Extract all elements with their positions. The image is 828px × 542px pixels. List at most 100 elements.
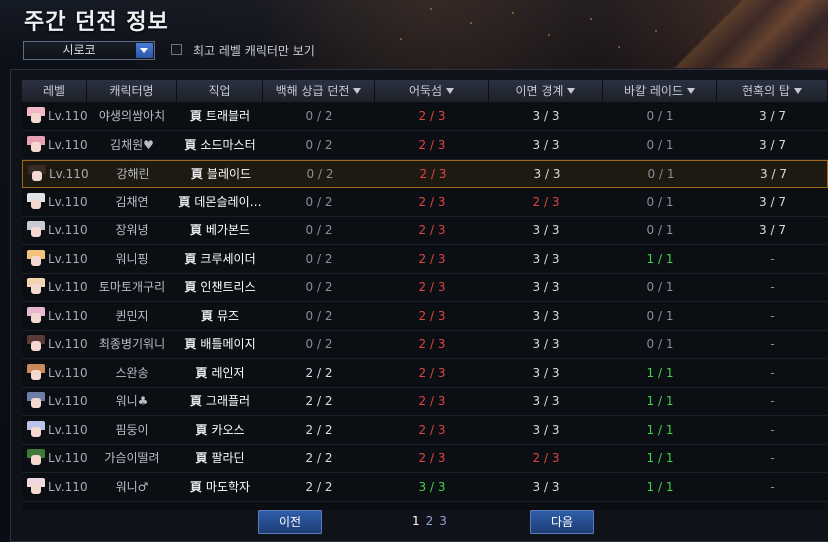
dungeon-count: 3 / 3 <box>532 223 560 237</box>
job-label: 팔라딘 <box>211 451 245 465</box>
table-row[interactable]: Lv.110 장워녕 頁 베가본드 0 / 2 2 / 3 3 / 3 0 / 1 3 / 7 <box>22 217 828 245</box>
dungeon-count: 0 / 1 <box>646 308 674 323</box>
avatar-face <box>31 284 41 294</box>
avatar <box>27 135 45 154</box>
dungeon-count: 1 / 1 <box>646 451 674 465</box>
column-header-eodukseom[interactable]: 어둑섬 <box>375 80 489 102</box>
character-name: 워니♂ <box>115 479 149 494</box>
dungeon-count: 3 / 7 <box>760 167 787 181</box>
column-header-label: 현혹의 탑 <box>742 84 790 98</box>
character-name: 워니핑 <box>115 251 149 266</box>
column-header-label: 캐릭터명 <box>109 84 154 98</box>
dungeon-count: 3 / 3 <box>532 422 560 437</box>
character-job: 頁 배틀메이지 <box>177 331 263 358</box>
prev-page-button[interactable]: 이전 <box>258 510 322 534</box>
column-header-label: 레벨 <box>42 84 66 98</box>
character-name: 핌둥이 <box>115 422 149 437</box>
table-row[interactable]: Lv.110 퀸민지 頁 뮤즈 0 / 2 2 / 3 3 / 3 0 / 1 - <box>22 303 828 331</box>
character-name: 가슴이떨려 <box>104 451 160 465</box>
dungeon-count: 0 / 2 <box>305 308 333 323</box>
character-job: 頁 크루세이더 <box>177 246 263 273</box>
avatar-face <box>31 312 41 323</box>
chevron-down-icon[interactable] <box>136 43 153 58</box>
character-job: 頁 인챈트리스 <box>177 274 263 301</box>
character-level: Lv.110 <box>48 337 88 351</box>
dungeon-count: 3 / 7 <box>759 109 786 123</box>
table-row[interactable]: Lv.110 핌둥이 頁 카오스 2 / 2 2 / 3 3 / 3 1 / 1 - <box>22 417 828 445</box>
background-decoration <box>658 0 828 68</box>
character-level: Lv.110 <box>48 137 88 152</box>
page-link-2[interactable]: 2 <box>426 514 434 528</box>
table-row[interactable]: Lv.110 가슴이떨려 頁 팔라딘 2 / 2 2 / 3 2 / 3 1 / 1 - <box>22 445 828 473</box>
sort-down-icon <box>446 88 455 94</box>
job-label: 트래블러 <box>205 109 251 123</box>
table-row[interactable]: Lv.110 워니♣ 頁 그래플러 2 / 2 2 / 3 3 / 3 1 / 1 - <box>22 388 828 416</box>
column-header-tower[interactable]: 현혹의 탑 <box>717 80 828 102</box>
column-header-imyeon[interactable]: 이면 경계 <box>489 80 603 102</box>
character-name: 최종병기워니 <box>98 337 166 351</box>
dungeon-count: 3 / 3 <box>532 280 560 294</box>
table-row[interactable]: Lv.110 강해린 頁 블레이드 0 / 2 2 / 3 3 / 3 0 / 1 3 / 7 <box>22 160 828 188</box>
dungeon-count: 3 / 3 <box>532 479 560 494</box>
job-label: 그래플러 <box>205 394 251 408</box>
job-mark-icon: 頁 <box>190 167 203 181</box>
spark <box>430 8 432 10</box>
dungeon-count: - <box>770 365 775 380</box>
page-link-1[interactable]: 1 <box>412 514 420 528</box>
dungeon-count: - <box>770 479 775 494</box>
dungeon-count: 2 / 3 <box>418 308 446 323</box>
job-mark-icon: 頁 <box>189 479 202 494</box>
table-row[interactable]: Lv.110 토마토개구리 頁 인챈트리스 0 / 2 2 / 3 3 / 3 0 / 1 - <box>22 274 828 302</box>
job-mark-icon: 頁 <box>184 337 197 351</box>
job-mark-icon: 頁 <box>184 280 197 294</box>
table-row[interactable]: Lv.110 워니♂ 頁 마도학자 2 / 2 3 / 3 3 / 3 1 / 1 - <box>22 474 828 502</box>
dungeon-count: 3 / 3 <box>532 394 560 408</box>
page-title: 주간 던전 정보 <box>24 10 169 35</box>
job-mark-icon: 頁 <box>195 451 208 465</box>
dungeon-count: 2 / 2 <box>305 451 333 465</box>
dungeon-count: 0 / 1 <box>646 194 674 209</box>
dungeon-count: 0 / 2 <box>306 167 334 181</box>
next-page-button[interactable]: 다음 <box>530 510 594 534</box>
dungeon-count: 2 / 3 <box>418 223 446 237</box>
job-label: 뮤즈 <box>216 308 240 323</box>
table-row[interactable]: Lv.110 워니핑 頁 크루세이더 0 / 2 2 / 3 3 / 3 1 / 1 - <box>22 246 828 274</box>
character-level: Lv.110 <box>48 251 88 266</box>
table-row[interactable]: Lv.110 스완송 頁 레인저 2 / 2 2 / 3 3 / 3 1 / 1 - <box>22 360 828 388</box>
table-row[interactable]: Lv.110 야생의쌈아치 頁 트래블러 0 / 2 2 / 3 3 / 3 0 / 1 3 /… <box>22 103 828 131</box>
table-row[interactable]: Lv.110 김채원♥ 頁 소드마스터 0 / 2 2 / 3 3 / 3 0 / 1 3 / … <box>22 132 828 160</box>
dungeon-count: 1 / 1 <box>646 422 674 437</box>
dungeon-count: 2 / 2 <box>305 394 333 408</box>
avatar <box>27 306 45 325</box>
dungeon-count: 2 / 2 <box>305 479 333 494</box>
column-header-label: 이면 경계 <box>515 84 564 98</box>
page-link-3[interactable]: 3 <box>439 514 447 528</box>
dungeon-count: 0 / 1 <box>646 280 674 294</box>
character-level: Lv.110 <box>49 167 89 181</box>
dungeon-count: 2 / 3 <box>418 137 446 152</box>
column-header-bakal[interactable]: 바칼 레이드 <box>603 80 717 102</box>
column-header-level: 레벨 <box>22 80 87 102</box>
job-label: 소드마스터 <box>200 137 256 152</box>
character-level: Lv.110 <box>48 280 88 294</box>
server-select[interactable]: 시로코 <box>23 41 155 60</box>
column-header-baekhae[interactable]: 백해 상급 던전 <box>263 80 375 102</box>
character-level: Lv.110 <box>48 308 88 323</box>
dungeon-count: - <box>770 337 775 351</box>
character-level: Lv.110 <box>48 479 88 494</box>
job-label: 크루세이더 <box>200 251 256 266</box>
max-level-checkbox[interactable] <box>171 44 182 55</box>
column-header-job: 직업 <box>177 80 263 102</box>
character-level: Lv.110 <box>48 365 88 380</box>
table-row[interactable]: Lv.110 최종병기워니 頁 배틀메이지 0 / 2 2 / 3 3 / 3 0 / 1 - <box>22 331 828 359</box>
dungeon-count: 2 / 3 <box>419 167 447 181</box>
dungeon-count: 2 / 3 <box>418 422 446 437</box>
dungeon-count: 0 / 2 <box>305 194 333 209</box>
dungeon-count: - <box>770 394 775 408</box>
avatar <box>28 165 46 183</box>
table-row[interactable]: Lv.110 김채연 頁 데몬슬레이… 0 / 2 2 / 3 2 / 3 0 / 1 3 / … <box>22 189 828 217</box>
max-level-checkbox-label[interactable]: 최고 레벨 캐릭터만 보기 <box>193 42 315 59</box>
dungeon-count: 1 / 1 <box>646 365 674 380</box>
server-select-value: 시로코 <box>62 43 96 57</box>
character-level: Lv.110 <box>48 109 88 123</box>
